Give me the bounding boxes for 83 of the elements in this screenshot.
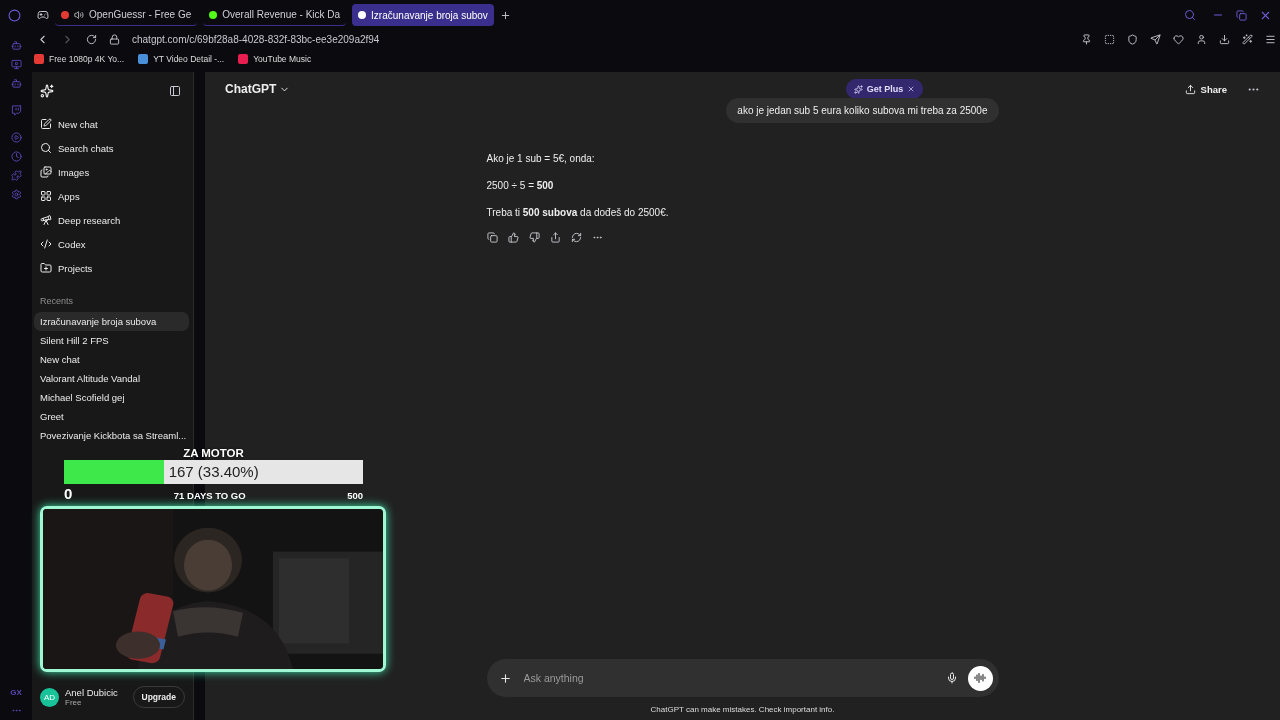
address-field[interactable]: chatgpt.com/c/69bf28a8-4028-832f-83bc-ee3e209a2f94 <box>132 33 380 45</box>
microphone-icon[interactable] <box>945 672 958 684</box>
toolbar-icon[interactable] <box>1104 33 1115 45</box>
gamepad-icon[interactable] <box>37 9 49 21</box>
upgrade-button[interactable]: Upgrade <box>132 686 185 708</box>
nav-icon <box>40 238 52 250</box>
nav-item[interactable]: New chat <box>32 112 193 136</box>
disclaimer-text: ChatGPT can make mistakes. Check important info. <box>650 705 835 716</box>
toolbar-icon[interactable] <box>1196 33 1207 45</box>
goal-title: ZA MOTOR <box>183 447 244 459</box>
assistant-paragraph: Treba ti 500 subova da dođeš do 2500€. <box>486 207 670 218</box>
nav-icon <box>40 214 52 226</box>
message-action-icon[interactable] <box>570 232 582 243</box>
message-field[interactable]: Ask anything <box>521 671 936 685</box>
message-input[interactable]: Ask anything <box>486 659 999 697</box>
recents-heading: Recents <box>39 295 75 308</box>
nav-icon <box>40 190 52 202</box>
opera-logo-icon <box>8 8 21 22</box>
sidebar-app-icon[interactable] <box>10 78 22 89</box>
sidebar-app-icon[interactable] <box>10 40 22 51</box>
nav-item[interactable]: Apps <box>32 184 193 208</box>
toolbar-icon[interactable] <box>1265 33 1276 45</box>
user-avatar: AD <box>40 687 59 707</box>
browser-tab[interactable]: OpenGuessr - Free Ge <box>55 4 198 26</box>
share-button[interactable]: Share <box>1178 82 1233 96</box>
recent-chat[interactable]: Izračunavanje broja subova <box>34 312 189 331</box>
recent-chat[interactable]: Michael Scofield gej <box>34 388 189 407</box>
goal-reading: 167 (33.40%) <box>168 463 259 480</box>
nav-item[interactable]: Images <box>32 160 193 184</box>
bookmark-link[interactable]: YT Video Detail -... <box>153 54 225 64</box>
close-icon[interactable] <box>907 85 916 93</box>
message-action-icon[interactable] <box>549 232 561 243</box>
recent-chat[interactable]: New chat <box>34 350 189 369</box>
assistant-paragraph: Ako je 1 sub = 5€, onda: <box>486 153 596 164</box>
toolbar-icon[interactable] <box>1173 33 1184 45</box>
sidebar-app-icon[interactable] <box>10 59 22 70</box>
user-plan: Free <box>65 698 83 707</box>
user-message: ako je jedan sub 5 eura koliko subova mi treba za 2500e <box>726 98 999 123</box>
add-icon[interactable] <box>498 671 512 685</box>
sidebar-toggle-icon[interactable] <box>169 85 181 97</box>
message-action-icon[interactable] <box>486 232 498 243</box>
nav-icon <box>40 262 52 274</box>
assistant-paragraph: 2500 ÷ 5 = 500 <box>486 180 555 191</box>
toolbar-icon[interactable] <box>1081 33 1092 45</box>
goal-min: 0 <box>64 486 73 501</box>
tab-favicon-icon <box>209 10 218 19</box>
toolbar-icon[interactable] <box>1150 33 1161 45</box>
search-icon[interactable] <box>1184 9 1196 21</box>
user-name: Anel Dubicic <box>65 687 118 698</box>
share-icon <box>1184 83 1196 95</box>
nav-item[interactable]: Projects <box>32 256 193 280</box>
reload-icon[interactable] <box>86 33 97 45</box>
restore-icon[interactable] <box>1236 9 1247 21</box>
sound-wave-icon <box>974 672 986 684</box>
nav-icon <box>40 118 52 130</box>
nav-item[interactable]: Deep research <box>32 208 193 232</box>
nav-item[interactable]: Codex <box>32 232 193 256</box>
tab-favicon-icon <box>358 11 367 19</box>
recent-chat[interactable]: Valorant Altitude Vandal <box>34 369 189 388</box>
goal-max: 500 <box>347 490 363 501</box>
tab-favicon-icon <box>61 10 69 19</box>
sparkle-icon <box>853 84 863 94</box>
toolbar-icon[interactable] <box>1127 33 1138 45</box>
message-action-icon[interactable] <box>528 232 540 243</box>
toolbar-icon[interactable] <box>1242 33 1253 45</box>
goal-days-left: 71 DAYS TO GO <box>173 490 246 501</box>
recent-chat[interactable]: Greet <box>34 407 189 426</box>
get-plus-button[interactable]: Get Plus <box>845 79 924 99</box>
model-selector[interactable]: ChatGPT <box>225 82 291 96</box>
recent-chat[interactable]: Povezivanje Kickbota sa Streaml... <box>34 426 189 445</box>
nav-item[interactable]: Search chats <box>32 136 193 160</box>
toolbar-icon[interactable] <box>1219 33 1230 45</box>
voice-button[interactable] <box>967 665 993 691</box>
nav-icon <box>40 166 52 178</box>
bookmark-link[interactable]: YouTube Music <box>253 54 312 64</box>
lock-icon <box>109 33 120 45</box>
recent-chat[interactable]: Silent Hill 2 FPS <box>34 331 189 350</box>
nav-icon <box>40 142 52 154</box>
browser-tab[interactable]: Overall Revenue - Kick Da <box>203 4 347 26</box>
browser-tab[interactable]: Izračunavanje broja subov <box>352 4 494 26</box>
message-action-icon[interactable] <box>507 232 519 243</box>
bookmark-link[interactable]: Free 1080p 4K Yo... <box>49 54 125 64</box>
new-tab-icon[interactable] <box>499 9 511 21</box>
